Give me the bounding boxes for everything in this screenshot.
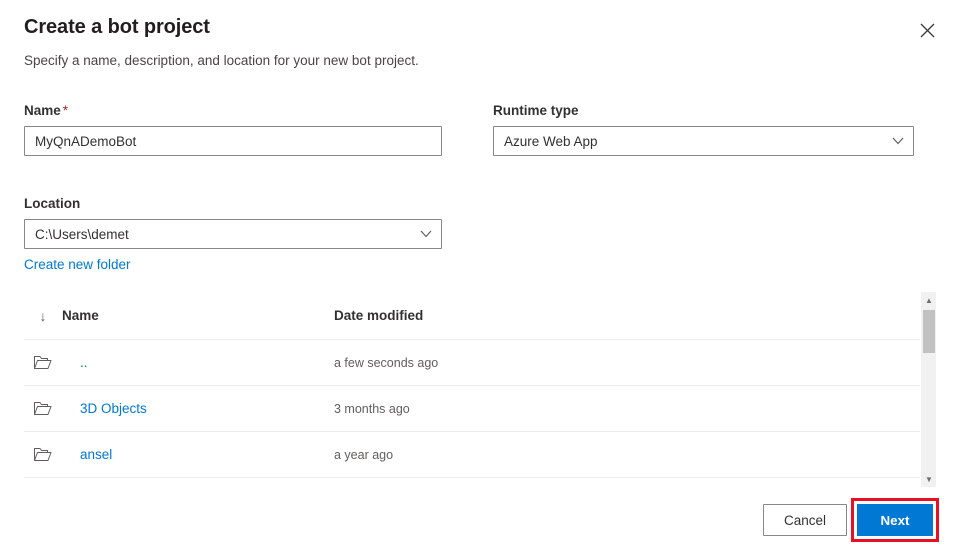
runtime-type-value[interactable] [493,126,914,156]
file-name-link[interactable]: ansel [62,447,334,462]
table-row[interactable]: ansel a year ago [24,432,920,478]
create-new-folder-link[interactable]: Create new folder [24,257,131,272]
sort-descending-icon[interactable]: ↓ [24,308,62,324]
file-list: ↓ Name Date modified .. a few seconds ag… [24,292,920,487]
column-header-date-modified[interactable]: Date modified [334,308,920,323]
file-date-modified: a year ago [334,447,394,462]
page-title: Create a bot project [24,16,210,38]
dialog-subtitle: Specify a name, description, and locatio… [24,53,419,68]
name-field-label: Name * [24,103,69,118]
close-button[interactable] [911,14,943,46]
file-name-link[interactable]: .. [62,355,334,370]
scroll-down-arrow-icon[interactable]: ▼ [921,471,937,487]
runtime-type-dropdown[interactable] [493,126,914,156]
table-row[interactable]: 3D Objects 3 months ago [24,386,920,432]
file-list-scrollbar[interactable]: ▲ ▼ [920,292,936,487]
required-asterisk: * [62,103,69,118]
file-browser: ↓ Name Date modified .. a few seconds ag… [24,292,936,487]
cancel-button[interactable]: Cancel [763,504,847,536]
scroll-up-arrow-icon[interactable]: ▲ [921,292,937,308]
file-date-modified: a few seconds ago [334,355,439,370]
location-dropdown[interactable] [24,219,442,249]
file-list-header: ↓ Name Date modified [24,292,920,340]
folder-icon [24,355,62,370]
table-row[interactable]: .. a few seconds ago [24,340,920,386]
folder-icon [24,401,62,416]
file-name-link[interactable]: 3D Objects [62,401,334,416]
location-label: Location [24,196,81,211]
location-value[interactable] [24,219,442,249]
close-icon [920,23,935,38]
next-button[interactable]: Next [857,504,933,536]
create-bot-project-dialog: Create a bot project Specify a name, des… [0,0,957,560]
folder-icon [24,447,62,462]
column-header-name[interactable]: Name [62,308,334,323]
name-input[interactable] [24,126,442,156]
file-date-modified: 3 months ago [334,401,410,416]
scrollbar-thumb[interactable] [923,310,935,353]
next-button-highlight: Next [851,498,939,542]
runtime-type-label: Runtime type [493,103,579,118]
